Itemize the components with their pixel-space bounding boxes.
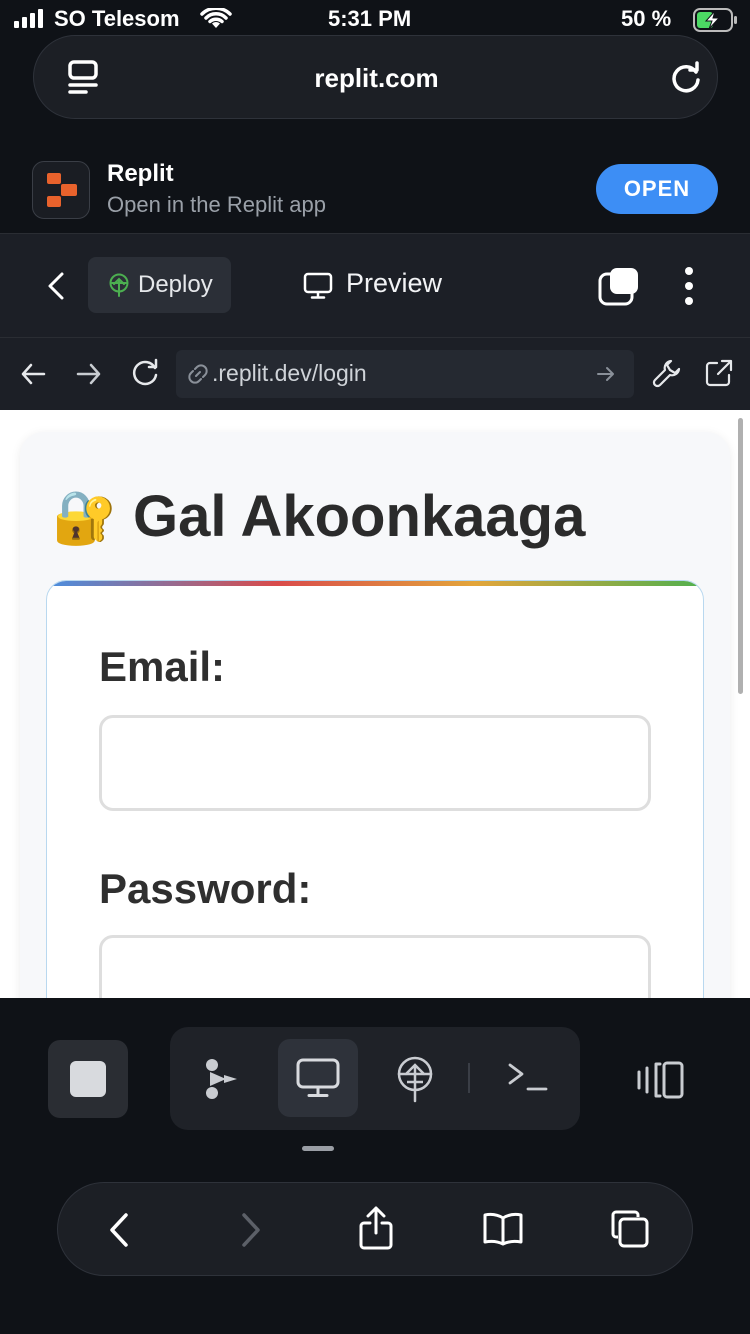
safari-url[interactable]: replit.com [34,36,719,120]
status-bar: SO Telesom 5:31 PM 50 % [0,0,750,40]
replit-toolbar: Deploy Preview [0,234,750,337]
deploy-icon[interactable] [396,1055,434,1103]
login-form: Email: Password: [46,580,704,998]
agent-icon[interactable] [200,1057,240,1101]
login-card: 🔐 Gal Akoonkaaga Email: Password: [20,432,730,998]
terminal-icon[interactable] [506,1061,550,1093]
link-icon [188,364,208,384]
stop-button[interactable] [48,1040,128,1118]
arrow-left-icon[interactable] [20,362,46,386]
safari-address-bar[interactable]: replit.com [33,35,718,119]
clock: 5:31 PM [328,6,412,31]
tabs-switcher-icon[interactable] [598,266,640,306]
deploy-label: Deploy [138,271,213,298]
separator [468,1063,470,1093]
external-link-icon[interactable] [704,358,734,388]
battery-charging-icon [693,8,737,32]
password-label: Password: [99,865,312,912]
more-vertical-icon[interactable] [683,266,695,306]
open-app-button[interactable]: OPEN [596,164,718,214]
scrollbar[interactable] [738,418,743,694]
preview-browser-bar: .replit.dev/login [0,338,750,410]
refresh-icon[interactable] [130,358,160,388]
email-label: Email: [99,643,226,690]
preview-tab-label[interactable]: Preview [346,268,442,299]
cellular-signal-icon [14,8,43,28]
monitor-icon[interactable] [295,1057,341,1099]
workspace-tools [170,1027,580,1130]
password-field[interactable] [99,935,651,998]
replit-app-icon[interactable] [32,161,90,219]
wifi-icon [200,8,232,28]
monitor-icon [303,272,333,299]
preview-webview: 🔐 Gal Akoonkaaga Email: Password: [0,410,750,998]
deploy-icon [109,273,129,297]
lock-key-icon: 🔐 [52,489,117,547]
replit-bottom-panel [0,998,750,1334]
wrench-icon[interactable] [652,358,682,388]
smart-app-banner: Replit Open in the Replit app OPEN [0,140,750,233]
share-icon[interactable] [358,1205,394,1251]
stop-icon [70,1061,106,1097]
chevron-left-icon[interactable] [106,1211,132,1249]
safari-bottom-toolbar [57,1182,693,1276]
drawer-handle[interactable] [302,1146,334,1151]
reload-icon[interactable] [666,58,706,98]
email-field[interactable] [99,715,651,811]
app-name: Replit [107,160,174,187]
form-accent-bar [47,581,703,586]
chevron-right-icon[interactable] [238,1211,264,1249]
battery-percent: 50 % [621,6,672,31]
preview-url: .replit.dev/login [212,360,367,386]
page-title: Gal Akoonkaaga [133,484,586,549]
carrier-name: SO Telesom [54,6,180,31]
bookmarks-icon[interactable] [482,1211,524,1247]
arrow-right-icon[interactable] [76,362,102,386]
tabs-icon[interactable] [610,1209,650,1249]
chevron-left-icon[interactable] [44,270,70,302]
preview-url-field[interactable]: .replit.dev/login [176,350,634,398]
app-subtitle: Open in the Replit app [107,192,326,217]
deploy-button[interactable]: Deploy [88,257,231,313]
panel-toggle-icon[interactable] [636,1060,686,1100]
go-arrow-icon[interactable] [596,364,616,384]
